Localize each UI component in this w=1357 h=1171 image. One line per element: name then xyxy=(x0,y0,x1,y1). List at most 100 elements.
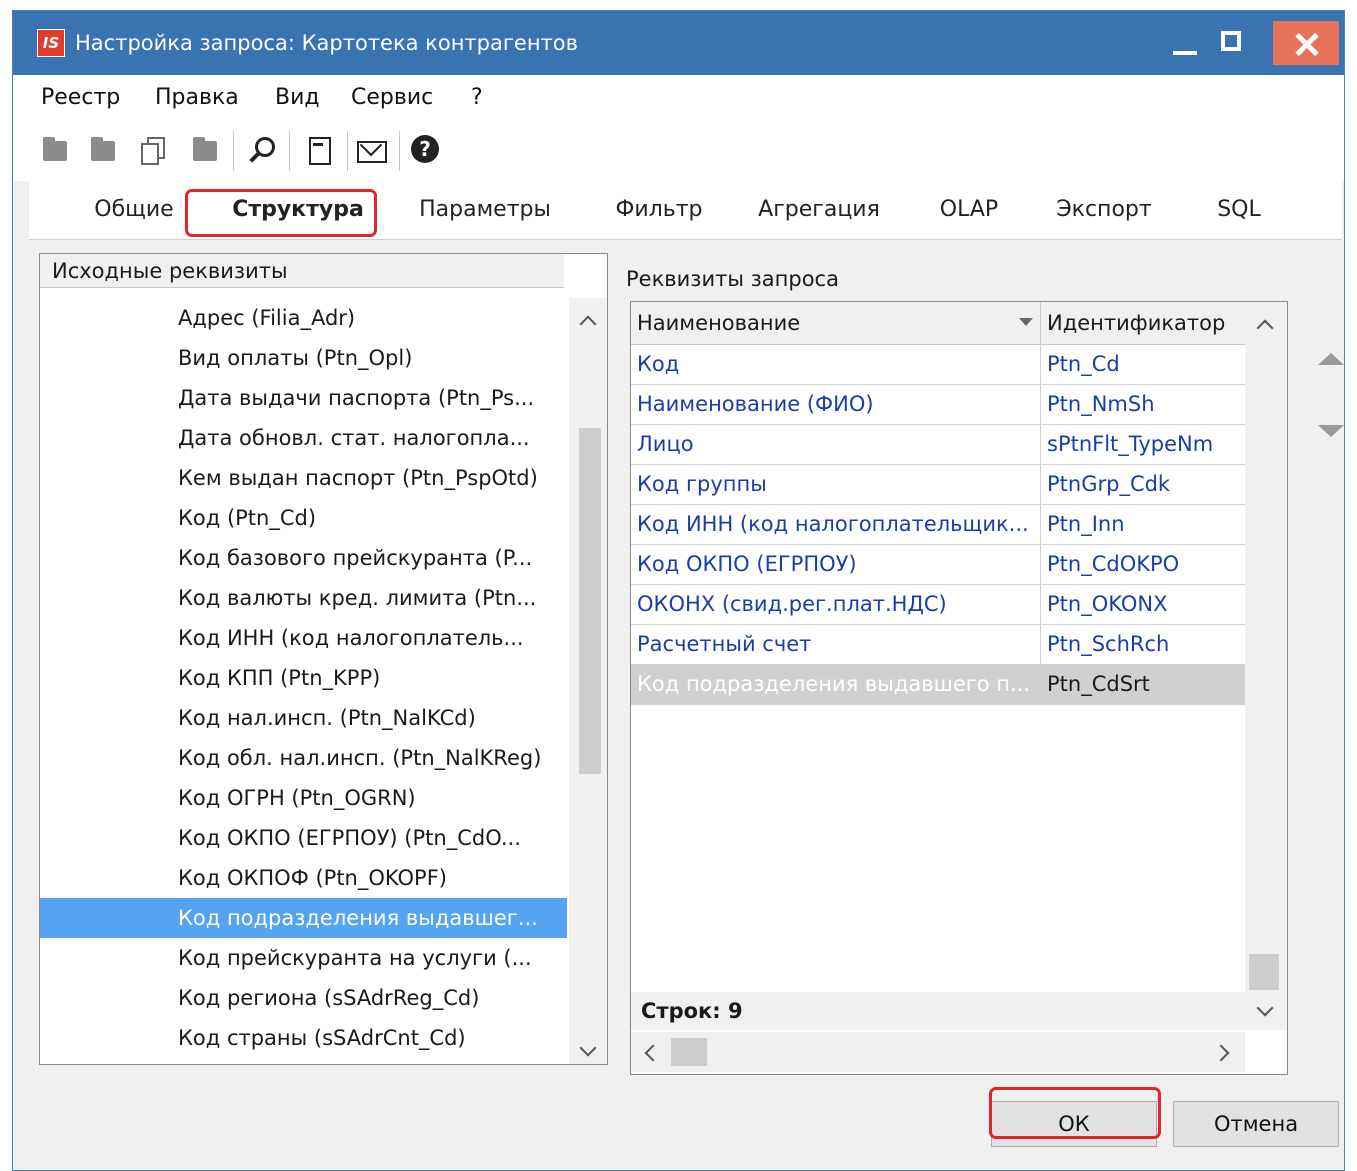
scrollbar-thumb[interactable] xyxy=(579,428,601,774)
tab-strip: Общие Структура Параметры Фильтр Агрегац… xyxy=(29,181,1342,240)
cell-name: ОКОНХ (свид.рег.плат.НДС) xyxy=(631,584,1041,624)
mail-icon[interactable] xyxy=(355,133,387,167)
cell-name: Лицо xyxy=(631,424,1041,464)
source-fields-panel: Исходные реквизиты Адрес (Filia_Adr) Вид… xyxy=(39,253,608,1065)
tab-general[interactable]: Общие xyxy=(69,181,199,239)
tab-sql[interactable]: SQL xyxy=(1189,181,1289,239)
list-item[interactable]: Код ОГРН (Ptn_OGRN) xyxy=(40,778,567,818)
row-count: Строк: 9 xyxy=(631,992,1245,1030)
table-row[interactable]: ОКОНХ (свид.рег.плат.НДС) Ptn_OKONX xyxy=(631,584,1245,625)
scroll-up-icon[interactable] xyxy=(579,315,597,333)
maximize-icon[interactable] xyxy=(1211,23,1255,63)
tab-olap[interactable]: OLAP xyxy=(919,181,1019,239)
list-item[interactable]: Код (Ptn_Cd) xyxy=(40,498,567,538)
toolbar-separator xyxy=(347,131,348,171)
table-row[interactable]: Код ИНН (код налогоплательщик... Ptn_Inn xyxy=(631,504,1245,545)
help-icon[interactable] xyxy=(409,133,441,167)
cell-name: Код подразделения выдавшего п... xyxy=(631,664,1041,704)
ok-button-highlight xyxy=(989,1087,1161,1139)
cell-name: Код ИНН (код налогоплательщик... xyxy=(631,504,1041,544)
list-item[interactable]: Код страны (sSAdrCnt_Cd) xyxy=(40,1018,567,1058)
close-icon[interactable] xyxy=(1273,21,1339,65)
scroll-right-icon[interactable] xyxy=(1212,1044,1230,1062)
menu-help[interactable]: ? xyxy=(471,85,483,110)
cell-id: Ptn_Cd xyxy=(1047,352,1120,376)
list-item[interactable]: Код базового прейскуранта (P... xyxy=(40,538,567,578)
cell-id: Ptn_CdOKPO xyxy=(1047,552,1180,576)
list-item[interactable]: Кем выдан паспорт (Ptn_PspOtd) xyxy=(40,458,567,498)
table-row[interactable]: Код группы PtnGrp_Cdk xyxy=(631,464,1245,505)
list-item-selected[interactable]: Код подразделения выдавшег... xyxy=(40,898,567,938)
menu-registry[interactable]: Реестр xyxy=(41,85,120,110)
list-item[interactable]: Код КПП (Ptn_KPP) xyxy=(40,658,567,698)
list-item[interactable]: Код региона (sSAdrReg_Cd) xyxy=(40,978,567,1018)
list-item[interactable]: Код валюты кред. лимита (Ptn... xyxy=(40,578,567,618)
copy-icon[interactable] xyxy=(137,133,169,167)
scrollbar-thumb[interactable] xyxy=(1249,954,1279,990)
list-item[interactable]: Дата обновл. стат. налогопла... xyxy=(40,418,567,458)
title-bar[interactable]: IS Настройка запроса: Картотека контраге… xyxy=(13,11,1344,75)
list-item[interactable]: Код прейскуранта на услуги (... xyxy=(40,938,567,978)
move-up-icon[interactable] xyxy=(1318,353,1344,365)
scroll-up-icon[interactable] xyxy=(1256,319,1274,337)
minimize-icon[interactable] xyxy=(1163,23,1207,63)
menu-view[interactable]: Вид xyxy=(275,85,320,110)
list-item[interactable]: Код обл. нал.инсп. (Ptn_NalKReg) xyxy=(40,738,567,778)
source-fields-header: Исходные реквизиты xyxy=(40,254,564,288)
table-row[interactable]: Лицо sPtnFlt_TypeNm xyxy=(631,424,1245,465)
dialog-window: IS Настройка запроса: Картотека контраге… xyxy=(12,10,1345,1171)
scroll-left-icon[interactable] xyxy=(644,1044,662,1062)
grid-vertical-scrollbar[interactable] xyxy=(1245,302,1287,1030)
folder-icon[interactable] xyxy=(39,133,71,167)
cell-name: Код группы xyxy=(631,464,1041,504)
structure-tab-highlight xyxy=(185,189,377,237)
list-item[interactable]: Код нал.инсп. (Ptn_NalKCd) xyxy=(40,698,567,738)
toolbar-separator xyxy=(289,131,290,171)
scroll-down-icon[interactable] xyxy=(579,1039,597,1057)
cell-name: Код xyxy=(631,344,1041,384)
menu-bar: Реестр Правка Вид Сервис ? xyxy=(13,75,1344,119)
cell-id: Ptn_CdSrt xyxy=(1047,672,1150,696)
cell-id: PtnGrp_Cdk xyxy=(1047,472,1171,496)
query-fields-title: Реквизиты запроса xyxy=(626,267,839,291)
table-row-selected[interactable]: Код подразделения выдавшего п... Ptn_CdS… xyxy=(631,664,1245,705)
list-item[interactable]: Вид оплаты (Ptn_Opl) xyxy=(40,338,567,378)
tab-export[interactable]: Экспорт xyxy=(1039,181,1169,239)
toolbar-separator xyxy=(233,131,234,171)
search-icon[interactable] xyxy=(245,133,277,167)
cancel-button[interactable]: Отмена xyxy=(1173,1101,1339,1147)
tab-filter[interactable]: Фильтр xyxy=(589,181,729,239)
source-list-scrollbar[interactable] xyxy=(569,298,607,1064)
scrollbar-thumb[interactable] xyxy=(671,1038,707,1066)
source-fields-list: Адрес (Filia_Adr) Вид оплаты (Ptn_Opl) Д… xyxy=(40,298,567,1058)
app-logo-icon: IS xyxy=(37,29,65,57)
table-row[interactable]: Наименование (ФИО) Ptn_NmSh xyxy=(631,384,1245,425)
list-item[interactable]: Код ОКПОФ (Ptn_OKOPF) xyxy=(40,858,567,898)
toolbar-separator xyxy=(399,131,400,171)
list-item[interactable]: Дата выдачи паспорта (Ptn_Ps... xyxy=(40,378,567,418)
sort-icon[interactable] xyxy=(1019,318,1033,326)
cell-name: Расчетный счет xyxy=(631,624,1041,664)
table-row[interactable]: Код ОКПО (ЕГРПОУ) Ptn_CdOKPO xyxy=(631,544,1245,585)
scroll-down-icon[interactable] xyxy=(1256,999,1274,1017)
tab-aggregation[interactable]: Агрегация xyxy=(739,181,899,239)
cell-id: sPtnFlt_TypeNm xyxy=(1047,432,1214,456)
list-item[interactable]: Код ИНН (код налогоплатель... xyxy=(40,618,567,658)
menu-service[interactable]: Сервис xyxy=(351,85,433,110)
cell-id: Ptn_OKONX xyxy=(1047,592,1168,616)
folder-icon[interactable] xyxy=(87,133,119,167)
form-icon[interactable] xyxy=(303,133,335,167)
column-header-id[interactable]: Идентификатор xyxy=(1041,302,1245,344)
menu-edit[interactable]: Правка xyxy=(155,85,239,110)
folder-icon[interactable] xyxy=(189,133,221,167)
grid-horizontal-scrollbar[interactable] xyxy=(631,1032,1245,1072)
tab-parameters[interactable]: Параметры xyxy=(405,181,565,239)
list-item[interactable]: Код ОКПО (ЕГРПОУ) (Ptn_CdO... xyxy=(40,818,567,858)
toolbar xyxy=(13,119,1344,181)
column-header-name[interactable]: Наименование xyxy=(631,302,1041,344)
table-row[interactable]: Код Ptn_Cd xyxy=(631,344,1245,385)
move-down-icon[interactable] xyxy=(1318,425,1344,437)
grid-header: Наименование Идентификатор xyxy=(631,302,1245,345)
list-item[interactable]: Адрес (Filia_Adr) xyxy=(40,298,567,338)
table-row[interactable]: Расчетный счет Ptn_SchRch xyxy=(631,624,1245,665)
